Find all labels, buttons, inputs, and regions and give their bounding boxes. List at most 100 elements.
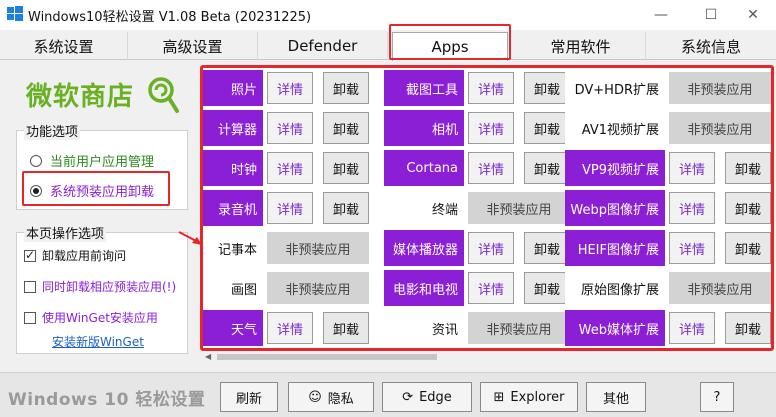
other-label: 其他 [602, 391, 629, 407]
detail-button-col0-row2[interactable]: 详情 [267, 152, 313, 184]
uninstall-button-col0-row3[interactable]: 卸载 [323, 192, 369, 224]
tab-bar: 系统设置 高级设置 Defender Apps 常用软件 系统信息 [0, 30, 776, 61]
minimize-button[interactable]: — [638, 0, 684, 30]
not-preinstalled-label-col0-row5: 非预装应用 [267, 272, 369, 304]
app-name-col2-row4: HEIF图像扩展 [565, 230, 665, 266]
app-name-col2-row2: VP9视频扩展 [565, 150, 665, 186]
app-name-col2-row5: 原始图像扩展 [565, 270, 665, 306]
detail-button-col1-row1[interactable]: 详情 [468, 112, 514, 144]
close-button[interactable]: ✕ [730, 0, 776, 30]
radio-current-user-label: 当前用户应用管理 [50, 155, 155, 170]
uninstall-button-col1-row4[interactable]: 卸载 [524, 232, 570, 264]
uninstall-button-col0-row1[interactable]: 卸载 [323, 112, 369, 144]
scroll-left-arrow-icon[interactable]: ◀ [205, 352, 211, 361]
install-winget-link[interactable]: 安装新版WinGet [52, 333, 144, 350]
privacy-button[interactable]: ☺ 隐私 [288, 382, 374, 412]
not-preinstalled-label-col2-row5: 非预装应用 [669, 272, 771, 304]
refresh-button[interactable]: 刷新 [220, 382, 278, 412]
explorer-icon: ⊞ [493, 389, 505, 405]
not-preinstalled-label-col1-row6: 非预装应用 [468, 312, 570, 344]
app-name-col0-row6: 天气 [203, 310, 263, 346]
detail-button-col1-row5[interactable]: 详情 [468, 272, 514, 304]
checkbox-use-winget[interactable]: 使用WinGet安装应用 [24, 309, 158, 326]
uninstall-button-col0-row0[interactable]: 卸载 [323, 72, 369, 104]
uninstall-button-col1-row1[interactable]: 卸载 [524, 112, 570, 144]
function-options-title: 功能选项 [24, 121, 81, 140]
window-title: Windows10轻松设置 V1.08 Beta (20231225) [28, 10, 312, 25]
app-name-col1-row3: 终端 [384, 190, 464, 226]
explorer-label: Explorer [510, 389, 565, 405]
radio-preinstalled-uninstall[interactable]: 系统预装应用卸载 [30, 181, 154, 200]
app-name-col1-row2: Cortana [384, 150, 464, 186]
edge-button[interactable]: ⟳ Edge [382, 382, 472, 412]
tab-defender[interactable]: Defender [258, 32, 388, 60]
checkbox-ask-before-uninstall[interactable]: 卸载应用前询问 [24, 247, 126, 264]
uninstall-button-col2-row6[interactable]: 卸载 [725, 312, 771, 344]
checkbox-indicator-checked[interactable] [24, 248, 36, 262]
checkbox-indicator[interactable] [24, 280, 36, 293]
not-preinstalled-label-col2-row1: 非预装应用 [669, 112, 771, 144]
radio-current-user-apps[interactable]: 当前用户应用管理 [30, 151, 154, 170]
app-name-col0-row4: 记事本 [203, 230, 263, 266]
not-preinstalled-label-col2-row0: 非预装应用 [669, 72, 771, 104]
tab-system-info[interactable]: 系统信息 [646, 32, 776, 60]
tab-system-settings[interactable]: 系统设置 [0, 32, 128, 60]
brand-text: Windows 10 轻松设置 [8, 390, 206, 410]
app-name-col2-row3: Webp图像扩展 [565, 190, 665, 226]
other-button[interactable]: 其他 [586, 382, 646, 412]
uninstall-button-col1-row0[interactable]: 卸载 [524, 72, 570, 104]
apps-grid: 照片 详情 卸载 计算器 详情 卸载 时钟 详情 卸载 录音机 详情 卸载 记事本 非预装应用 画图 非预装应… [200, 65, 774, 351]
detail-button-col2-row3[interactable]: 详情 [669, 192, 715, 224]
scrollbar-thumb[interactable] [217, 354, 437, 360]
app-name-col0-row3: 录音机 [203, 190, 263, 226]
app-name-col0-row2: 时钟 [203, 150, 263, 186]
app-name-col2-row0: DV+HDR扩展 [565, 70, 665, 106]
detail-button-col2-row4[interactable]: 详情 [669, 232, 715, 264]
refresh-label: 刷新 [235, 391, 262, 407]
bottom-bar: Windows 10 轻松设置 刷新 ☺ 隐私 ⟳ Edge ⊞ Explore… [0, 372, 776, 417]
horizontal-scrollbar[interactable]: ◀ [203, 351, 771, 363]
checkbox-use-winget-label: 使用WinGet安装应用 [42, 311, 158, 325]
detail-button-col0-row6[interactable]: 详情 [267, 312, 313, 344]
not-preinstalled-label-col0-row4: 非预装应用 [267, 232, 369, 264]
uninstall-button-col0-row6[interactable]: 卸载 [323, 312, 369, 344]
radio-indicator-selected[interactable] [30, 184, 42, 197]
detail-button-col0-row3[interactable]: 详情 [267, 192, 313, 224]
maximize-button[interactable]: ☐ [688, 0, 734, 30]
checkbox-uninstall-preinstalled[interactable]: 同时卸载相应预装应用(!) [24, 278, 176, 295]
tab-advanced-settings[interactable]: 高级设置 [128, 32, 258, 60]
uninstall-button-col1-row2[interactable]: 卸载 [524, 152, 570, 184]
help-button[interactable]: ? [700, 382, 734, 412]
detail-button-col0-row0[interactable]: 详情 [267, 72, 313, 104]
uninstall-button-col2-row3[interactable]: 卸载 [725, 192, 771, 224]
app-name-col0-row5: 画图 [203, 270, 263, 306]
edge-label: Edge [419, 389, 452, 405]
app-name-col1-row1: 相机 [384, 110, 464, 146]
uninstall-button-col1-row5[interactable]: 卸载 [524, 272, 570, 304]
checkbox-indicator[interactable] [24, 311, 36, 324]
tab-apps[interactable]: Apps [392, 32, 508, 61]
detail-button-col0-row1[interactable]: 详情 [267, 112, 313, 144]
tab-common-software[interactable]: 常用软件 [516, 32, 646, 60]
detail-button-col1-row0[interactable]: 详情 [468, 72, 514, 104]
uninstall-button-col0-row2[interactable]: 卸载 [323, 152, 369, 184]
alien-icon: ☺ [308, 389, 322, 405]
privacy-label: 隐私 [327, 391, 354, 407]
app-name-col0-row0: 照片 [203, 70, 263, 106]
uninstall-button-col2-row2[interactable]: 卸载 [725, 152, 771, 184]
explorer-button[interactable]: ⊞ Explorer [480, 382, 578, 412]
detail-button-col1-row2[interactable]: 详情 [468, 152, 514, 184]
detail-button-col2-row6[interactable]: 详情 [669, 312, 715, 344]
detail-button-col2-row2[interactable]: 详情 [669, 152, 715, 184]
checkbox-uninstall-preinstalled-label: 同时卸载相应预装应用(!) [42, 280, 177, 294]
uninstall-button-col2-row4[interactable]: 卸载 [725, 232, 771, 264]
checkbox-ask-label: 卸载应用前询问 [42, 249, 127, 263]
app-name-col1-row0: 截图工具 [384, 70, 464, 106]
edge-icon: ⟳ [402, 389, 414, 405]
detail-button-col1-row4[interactable]: 详情 [468, 232, 514, 264]
windows-app-icon [7, 6, 23, 21]
radio-indicator[interactable] [30, 154, 42, 167]
app-name-col1-row4: 媒体播放器 [384, 230, 464, 266]
page-options-title: 本页操作选项 [24, 223, 107, 242]
title-bar: Windows10轻松设置 V1.08 Beta (20231225) — ☐ … [0, 0, 776, 30]
